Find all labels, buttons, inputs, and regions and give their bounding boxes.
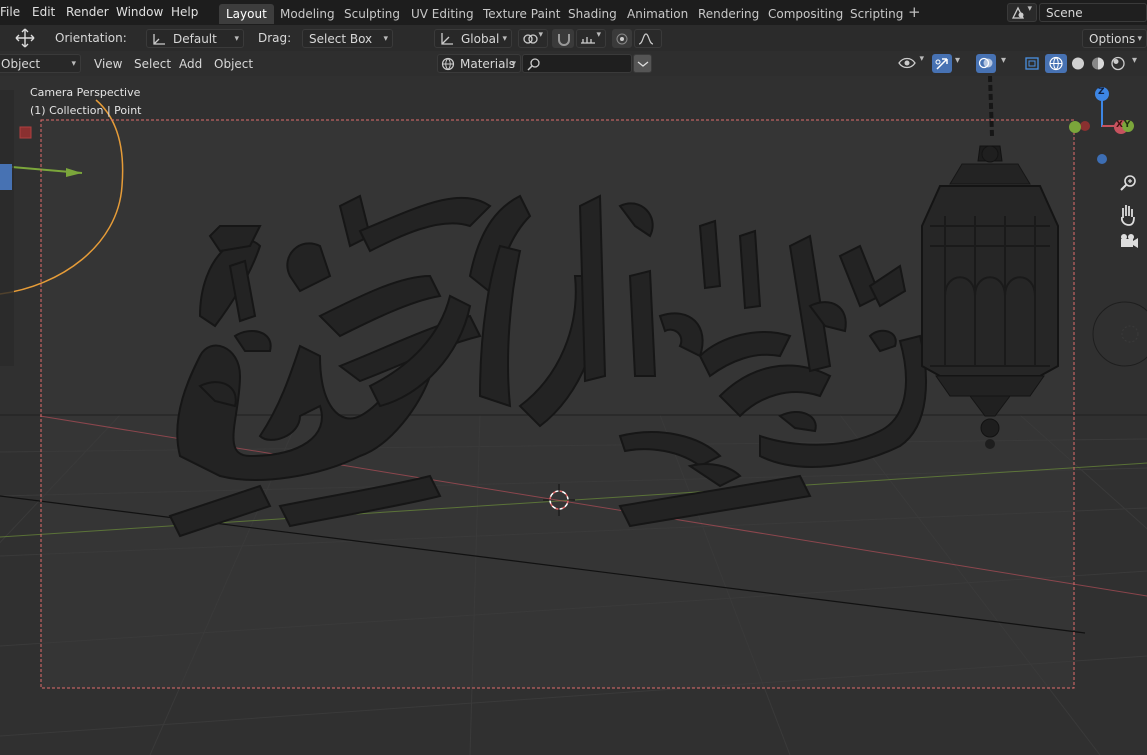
menu-render[interactable]: Render xyxy=(66,5,109,19)
3d-viewport[interactable]: Camera Perspective (1) Collection | Poin… xyxy=(0,76,1147,755)
proportional-edit-toggle[interactable] xyxy=(612,29,632,48)
collection-info: (1) Collection | Point xyxy=(30,104,142,117)
transform-orientation-dropdown[interactable]: Global ▾ xyxy=(434,29,512,48)
xray-toggle[interactable] xyxy=(1022,54,1042,73)
active-tool-button[interactable] xyxy=(0,164,12,190)
gizmo-z-label: Z xyxy=(1098,87,1105,97)
magnet-icon xyxy=(558,34,570,46)
options-label: Options xyxy=(1089,32,1136,46)
transform-orientation-value: Global xyxy=(461,32,500,46)
orientation-value: Default xyxy=(173,32,217,46)
overlays-toggle[interactable] xyxy=(976,54,996,73)
options-dropdown[interactable]: Options ▾ xyxy=(1082,29,1147,48)
tab-layout[interactable]: Layout xyxy=(219,4,274,24)
menu-add[interactable]: Add xyxy=(179,57,202,71)
falloff-curve-icon xyxy=(638,33,654,45)
menu-view[interactable]: View xyxy=(94,57,122,71)
tool-settings-header: Orientation: Default ▾ Drag: Select Box … xyxy=(0,25,1147,51)
gizmo-x-label: X xyxy=(1116,120,1123,130)
drag-dropdown[interactable]: Select Box ▾ xyxy=(302,29,393,48)
orientation-axis-icon xyxy=(153,34,165,45)
view-name: Camera Perspective xyxy=(30,86,141,99)
scene-name-field[interactable]: Scene xyxy=(1039,3,1147,22)
material-sphere-icon xyxy=(1092,57,1104,70)
top-bar: File Edit Render Window Help Layout Mode… xyxy=(0,0,1147,25)
orientation-label: Orientation: xyxy=(55,31,127,45)
menu-help[interactable]: Help xyxy=(171,5,198,19)
wireframe-shading-button[interactable] xyxy=(1045,54,1067,73)
tab-scripting[interactable]: Scripting xyxy=(843,4,910,24)
overlays-dropdown[interactable]: ▾ xyxy=(1001,55,1006,66)
tab-uv-editing[interactable]: UV Editing xyxy=(404,4,481,24)
gizmo-icon xyxy=(935,58,948,70)
viewport-header: Object Mode ▾ View Select Add Object Mat… xyxy=(0,51,1147,90)
scene-browse-button[interactable]: ▾ xyxy=(1007,3,1037,22)
solid-shading-button[interactable] xyxy=(1068,54,1088,73)
tab-animation[interactable]: Animation xyxy=(620,4,695,24)
snap-toggle[interactable] xyxy=(552,29,574,48)
snap-increment-icon xyxy=(581,37,595,44)
scene-icon xyxy=(1011,6,1025,19)
shading-target-value: Materials xyxy=(460,57,516,71)
tab-rendering[interactable]: Rendering xyxy=(691,4,766,24)
tab-texture-paint[interactable]: Texture Paint xyxy=(476,4,567,24)
tab-modeling[interactable]: Modeling xyxy=(273,4,342,24)
menu-window[interactable]: Window xyxy=(116,5,163,19)
solid-sphere-icon xyxy=(1072,57,1084,70)
mode-dropdown[interactable]: Object Mode ▾ xyxy=(0,54,81,90)
tab-sculpting[interactable]: Sculpting xyxy=(337,4,407,24)
shading-dropdown[interactable]: ▾ xyxy=(1132,55,1137,66)
orientation-dropdown[interactable]: Default ▾ xyxy=(146,29,244,48)
drag-value: Select Box xyxy=(309,32,373,46)
proportional-edit-icon xyxy=(616,33,628,45)
material-preview-button[interactable] xyxy=(1088,54,1108,73)
wireframe-sphere-icon xyxy=(1049,56,1063,71)
globe-icon xyxy=(441,57,455,71)
visibility-dropdown[interactable]: ▾ xyxy=(896,54,928,73)
rendered-shading-button[interactable] xyxy=(1108,54,1128,73)
tab-compositing[interactable]: Compositing xyxy=(761,4,850,24)
rendered-sphere-icon xyxy=(1111,56,1125,71)
gizmo-toggle[interactable] xyxy=(932,54,952,73)
search-dropdown-button[interactable] xyxy=(633,54,652,73)
overlays-icon xyxy=(978,57,993,69)
move-tool-icon xyxy=(15,28,35,48)
chevron-down-icon xyxy=(637,61,649,67)
pivot-point-dropdown[interactable]: ▾ xyxy=(518,29,548,48)
eye-icon xyxy=(898,57,916,69)
pivot-icon xyxy=(523,34,538,44)
shading-target-dropdown[interactable]: Materials ▾ xyxy=(437,54,521,73)
menu-select[interactable]: Select xyxy=(134,57,171,71)
menu-object[interactable]: Object xyxy=(214,57,253,71)
global-axis-icon xyxy=(441,33,453,45)
search-icon xyxy=(527,58,540,71)
add-workspace-button[interactable]: + xyxy=(908,3,921,21)
viewport-canvas xyxy=(0,76,1147,755)
menu-edit[interactable]: Edit xyxy=(32,5,55,19)
gizmo-y-label: Y xyxy=(1124,120,1131,130)
menu-file[interactable]: File xyxy=(0,5,20,19)
light-object-marker[interactable] xyxy=(19,126,32,139)
snap-target-dropdown[interactable]: ▾ xyxy=(576,29,606,48)
tool-shelf xyxy=(0,90,14,366)
gizmo-dropdown[interactable]: ▾ xyxy=(955,55,960,66)
drag-label: Drag: xyxy=(258,31,292,45)
viewport-search-field[interactable] xyxy=(522,54,632,73)
falloff-dropdown[interactable] xyxy=(634,29,662,48)
xray-icon xyxy=(1025,57,1039,70)
tab-shading[interactable]: Shading xyxy=(561,4,624,24)
